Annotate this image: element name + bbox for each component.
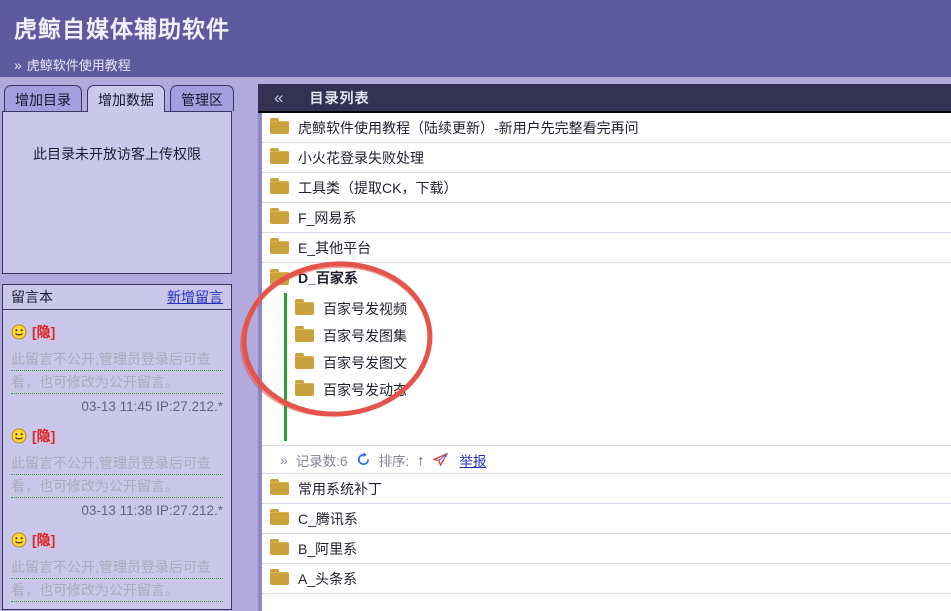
upload-permission-panel: 此目录未开放访客上传权限 [2, 111, 232, 274]
tree-indent-bar [284, 293, 287, 441]
guestbook-messages: [隐] 此留言不公开,管理员登录后可查 看，也可修改为公开留言。 03-13 1… [3, 310, 231, 610]
directory-toolbar: « 目录列表 [258, 84, 951, 113]
folder-icon [295, 329, 314, 342]
breadcrumb-marker-icon: » [14, 57, 22, 73]
message-meta: 03-13 11:45 IP:27.212.* [11, 399, 223, 414]
folder-icon [270, 121, 289, 134]
folder-icon [270, 542, 289, 555]
guestbook-title: 留言本 [11, 287, 53, 307]
folder-icon [270, 272, 289, 285]
folder-row[interactable]: 工具类（提取CK，下载） [262, 173, 951, 203]
tab-add-directory[interactable]: 增加目录 [4, 85, 82, 111]
folder-row[interactable]: A_头条系 [262, 564, 951, 594]
folder-icon [270, 181, 289, 194]
directory-list-title: 目录列表 [309, 88, 369, 108]
message-item: [隐] 此留言不公开,管理员登录后可查 看，也可修改为公开留言。 03-13 1… [11, 426, 223, 518]
sort-label: 排序: [379, 450, 410, 470]
message-text: 看，也可修改为公开留言。 [11, 475, 223, 498]
app-header: 虎鲸自媒体辅助软件 » 虎鲸软件使用教程 [0, 0, 951, 77]
guestbook-panel: 留言本 新增留言 [隐] 此留言不公开,管理员登录后可查 看，也可修改为公开留言… [2, 284, 232, 610]
message-meta: 02-11 13:26 IP:182.145.* [11, 607, 223, 610]
folder-row[interactable]: 虎鲸软件使用教程（陆续更新）-新用户先完整看完再问 [262, 113, 951, 143]
breadcrumb-label: 虎鲸软件使用教程 [27, 55, 131, 74]
page-title: 虎鲸自媒体辅助软件 [14, 10, 951, 44]
folder-row[interactable]: 常用系统补丁 [262, 474, 951, 504]
subfolder-name: 百家号发视频 [323, 299, 407, 319]
sort-direction-icon[interactable]: ↑ [417, 452, 424, 468]
folder-icon [270, 572, 289, 585]
folder-icon [295, 302, 314, 315]
folder-name: C_腾讯系 [298, 509, 358, 529]
folder-name: F_网易系 [298, 208, 356, 228]
folder-icon [270, 482, 289, 495]
subfolder-name: 百家号发图文 [323, 353, 407, 373]
folder-icon [295, 356, 314, 369]
list-status-bar: » 记录数:6 排序: ↑ 举报 [262, 445, 951, 474]
message-item: [隐] 此留言不公开,管理员登录后可查 看，也可修改为公开留言。 03-13 1… [11, 322, 223, 414]
folder-name: 常用系统补丁 [298, 479, 382, 499]
subfolder-row[interactable]: 百家号发动态 [262, 376, 951, 403]
subfolder-row[interactable]: 百家号发视频 [262, 295, 951, 322]
message-text: 此留言不公开,管理员登录后可查 [11, 556, 223, 579]
folder-name: 小火花登录失败处理 [298, 148, 424, 168]
folder-name: B_阿里系 [298, 539, 357, 559]
folder-icon [270, 512, 289, 525]
smiley-icon [11, 428, 27, 444]
message-text: 看，也可修改为公开留言。 [11, 579, 223, 602]
report-plane-icon[interactable] [432, 452, 449, 467]
folder-row[interactable]: E_其他平台 [262, 233, 951, 263]
folder-icon [270, 241, 289, 254]
subfolder-row[interactable]: 百家号发图集 [262, 322, 951, 349]
subfolder-row[interactable]: 百家号发图文 [262, 349, 951, 376]
folder-name: 虎鲸软件使用教程（陆续更新）-新用户先完整看完再问 [298, 118, 639, 138]
folder-row[interactable]: C_腾讯系 [262, 504, 951, 534]
status-marker-icon: » [280, 452, 288, 468]
directory-list: 虎鲸软件使用教程（陆续更新）-新用户先完整看完再问 小火花登录失败处理 工具类（… [258, 113, 951, 611]
folder-name: E_其他平台 [298, 238, 371, 258]
subfolder-name: 百家号发动态 [323, 380, 407, 400]
breadcrumb[interactable]: » 虎鲸软件使用教程 [14, 55, 951, 74]
folder-row[interactable]: F_网易系 [262, 203, 951, 233]
new-message-link[interactable]: 新增留言 [167, 287, 223, 307]
smiley-icon [11, 532, 27, 548]
guestbook-header: 留言本 新增留言 [3, 285, 231, 310]
smiley-icon [11, 324, 27, 340]
folder-name: A_头条系 [298, 569, 357, 589]
hidden-badge: [隐] [32, 322, 55, 342]
message-text: 看，也可修改为公开留言。 [11, 371, 223, 394]
folder-icon [270, 211, 289, 224]
hidden-badge: [隐] [32, 530, 55, 550]
report-link[interactable]: 举报 [459, 450, 486, 470]
subfolder-name: 百家号发图集 [323, 326, 407, 346]
directory-pane: « 目录列表 虎鲸软件使用教程（陆续更新）-新用户先完整看完再问 小火花登录失败… [258, 84, 951, 611]
permission-notice: 此目录未开放访客上传权限 [3, 144, 231, 164]
tab-manage-area[interactable]: 管理区 [170, 85, 234, 111]
record-count: 记录数:6 [296, 450, 348, 470]
folder-name: D_百家系 [298, 268, 358, 288]
message-meta: 03-13 11:38 IP:27.212.* [11, 503, 223, 518]
subfolder-block: 百家号发视频 百家号发图集 百家号发图文 百家号发动态 [262, 293, 951, 445]
folder-icon [270, 151, 289, 164]
sidebar: 增加目录 增加数据 管理区 此目录未开放访客上传权限 留言本 新增留言 [隐] … [0, 77, 258, 611]
folder-name: 工具类（提取CK，下载） [298, 178, 457, 198]
tab-add-data[interactable]: 增加数据 [87, 85, 165, 112]
folder-row-expanded[interactable]: D_百家系 [262, 263, 951, 293]
refresh-icon[interactable] [356, 452, 371, 467]
collapse-icon[interactable]: « [274, 88, 283, 108]
folder-row[interactable]: 小火花登录失败处理 [262, 143, 951, 173]
hidden-badge: [隐] [32, 426, 55, 446]
sidebar-tabs: 增加目录 增加数据 管理区 [2, 85, 258, 111]
folder-row[interactable]: B_阿里系 [262, 534, 951, 564]
folder-icon [295, 383, 314, 396]
message-text: 此留言不公开,管理员登录后可查 [11, 348, 223, 371]
message-text: 此留言不公开,管理员登录后可查 [11, 452, 223, 475]
message-item: [隐] 此留言不公开,管理员登录后可查 看，也可修改为公开留言。 02-11 1… [11, 530, 223, 610]
